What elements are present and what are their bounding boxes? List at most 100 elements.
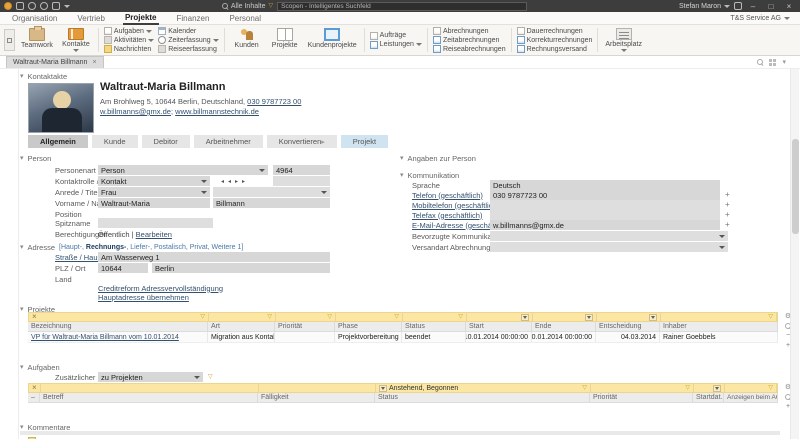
company-selector[interactable]: T&S Service AG [730, 15, 790, 22]
section-aufgaben[interactable]: ▾ Aufgaben [20, 363, 60, 372]
col-bezeichnung[interactable]: Bezeichnung [28, 322, 208, 331]
strasse-field[interactable]: Am Wasserweg 1 [98, 252, 330, 262]
tab-arbeitnehmer[interactable]: Arbeitnehmer [194, 135, 263, 148]
menu-personal[interactable]: Personal [227, 13, 263, 24]
projekte-button[interactable]: Projekte [266, 27, 304, 53]
status-filter-dropdown[interactable] [379, 385, 387, 392]
telefon-field[interactable]: 030 9787723 00 [490, 190, 720, 200]
col-phase[interactable]: Phase [335, 322, 402, 331]
bezug-filter-icon[interactable]: ▽ [208, 374, 213, 380]
filter-status-icon[interactable]: ▽ [458, 314, 463, 320]
col-startdatum[interactable]: Startdat... [693, 393, 724, 402]
col-faelligkeit[interactable]: Fälligkeit [258, 393, 375, 402]
projekt-row[interactable]: VP für Waltraut-Maria Billmann vom 10.01… [28, 332, 778, 343]
tab-projekt[interactable]: Projekt [341, 135, 388, 148]
kunden-button[interactable]: Kunden [228, 27, 266, 53]
filter-prioritaet-icon[interactable]: ▽ [327, 314, 332, 320]
window-quick-icon[interactable] [16, 2, 24, 10]
bevorzugt-dropdown[interactable] [490, 231, 728, 241]
teamwork-button[interactable]: Teamwork [17, 27, 57, 53]
maximize-button[interactable]: □ [764, 2, 778, 11]
close-quick-icon[interactable] [40, 2, 48, 10]
menu-projekte[interactable]: Projekte [123, 12, 159, 25]
nachrichten-button[interactable]: Nachrichten [104, 45, 154, 53]
filter-anzeigen-icon[interactable]: ▽ [768, 385, 773, 391]
aufgaben-button[interactable]: Aufgaben [104, 27, 154, 35]
filter-entscheidung-dropdown[interactable] [649, 314, 657, 321]
section-kommunikation[interactable]: ▾ Kommunikation [400, 171, 459, 180]
col-select[interactable]: – [28, 393, 40, 402]
close-button[interactable]: × [782, 2, 796, 11]
filter-art-icon[interactable]: ▽ [267, 314, 272, 320]
label-mobiltelefon-link[interactable]: Mobiltelefon (geschäftlich) [412, 201, 499, 210]
reiseerfassung-button[interactable]: Reiseerfassung [158, 45, 218, 53]
tab-kunde[interactable]: Kunde [92, 135, 138, 148]
filter-status-icon[interactable]: ▽ [582, 385, 587, 391]
rechnungsversand-button[interactable]: Rechnungsversand [517, 45, 593, 53]
personenart-dropdown[interactable]: Person [98, 165, 268, 175]
col-inhaber[interactable]: Inhaber [660, 322, 778, 331]
filter-ende-dropdown[interactable] [585, 314, 593, 321]
filter-bezeichnung-icon[interactable]: ▽ [200, 314, 205, 320]
kontaktnummer-field[interactable] [273, 176, 330, 186]
variant-rechnungs-link[interactable]: Rechnungs- [86, 244, 126, 251]
kontaktrolle-dropdown[interactable]: Kontakt [98, 176, 210, 186]
tab-allgemein[interactable]: Allgemein [28, 135, 88, 148]
projekt-link[interactable]: VP für Waltraut-Maria Billmann vom 10.01… [31, 334, 179, 341]
menu-organisation[interactable]: Organisation [10, 13, 59, 24]
menu-finanzen[interactable]: Finanzen [175, 13, 212, 24]
ort-field[interactable]: Berlin [152, 263, 330, 273]
record-prev-icon[interactable]: ◂ [228, 178, 231, 185]
add-email-icon[interactable]: + [725, 221, 730, 229]
filter-inhaber-icon[interactable]: ▽ [768, 314, 773, 320]
document-tab[interactable]: Waltraut-Maria Billmann × [6, 56, 104, 68]
contact-email-link[interactable]: w.billmanns@gmx.de [100, 107, 171, 116]
col-prioritaet[interactable]: Priorität [275, 322, 335, 331]
zeitabrechnungen-button[interactable]: Zeitabrechnungen [433, 36, 506, 44]
filter-start-dropdown[interactable] [521, 314, 529, 321]
search-scope[interactable]: Alle Inhalte ▽ [222, 3, 273, 10]
strip-search-icon[interactable] [757, 59, 763, 65]
anrede-dropdown[interactable]: Frau [98, 187, 210, 197]
add-telefon-icon[interactable]: + [725, 191, 730, 199]
mobiltelefon-field[interactable] [490, 200, 720, 210]
col-prioritaet[interactable]: Priorität [590, 393, 693, 402]
kontakte-button[interactable]: Kontakte [57, 27, 95, 53]
col-anzeigen[interactable]: Anzeigen beim AG [724, 393, 778, 402]
scrollbar-thumb[interactable] [792, 139, 799, 234]
col-ende[interactable]: Ende [532, 322, 596, 331]
filter-startdatum-dropdown[interactable] [713, 385, 721, 392]
nachname-field[interactable]: Billmann [213, 198, 330, 208]
plz-field[interactable]: 10644 [98, 263, 148, 273]
screenshot-icon[interactable] [52, 2, 60, 10]
contact-website-link[interactable]: www.billmannstechnik.de [175, 107, 259, 116]
sidebar-toggle-button[interactable] [4, 29, 15, 51]
contact-phone-link[interactable]: 030 9787723 00 [247, 97, 301, 106]
zeiterfassung-button[interactable]: Zeiterfassung [158, 36, 218, 44]
email-field[interactable]: w.billmanns@gmx.de [490, 220, 720, 230]
section-kontaktakte[interactable]: ▾ Kontaktakte [20, 72, 67, 81]
section-adresse[interactable]: ▾ Adresse [Haupt-, Rechnungs-, Liefer-, … [20, 243, 243, 252]
aktivitaeten-button[interactable]: Aktivitäten [104, 36, 154, 44]
korrekturrechnungen-button[interactable]: Korrekturrechnungen [517, 36, 593, 44]
dauerrechnungen-button[interactable]: Dauerrechnungen [517, 27, 593, 35]
abrechnungen-button[interactable]: Abrechnungen [433, 27, 506, 35]
tab-konvertieren[interactable]: Konvertieren▸ [267, 135, 337, 148]
filter-prioritaet-icon[interactable]: ▽ [685, 385, 690, 391]
kalender-button[interactable]: Kalender [158, 27, 218, 35]
label-telefax-link[interactable]: Telefax (geschäftlich) [412, 211, 482, 220]
kundenprojekte-button[interactable]: Kundenprojekte [304, 27, 361, 53]
filter-phase-icon[interactable]: ▽ [394, 314, 399, 320]
hauptadresse-link[interactable]: Hauptadresse übernehmen [98, 293, 189, 302]
record-first-icon[interactable]: ◂ [221, 178, 224, 185]
col-art[interactable]: Art [208, 322, 275, 331]
minimize-button[interactable]: – [746, 2, 760, 11]
col-status[interactable]: Status [402, 322, 466, 331]
berechtigungen-bearbeiten-link[interactable]: Bearbeiten [136, 230, 172, 239]
label-telefon-link[interactable]: Telefon (geschäftlich) [412, 191, 483, 200]
auftraege-button[interactable]: Aufträge [370, 32, 422, 40]
versandart-dropdown[interactable] [490, 242, 728, 252]
smart-search-input[interactable] [277, 2, 527, 11]
strip-grid-icon[interactable] [769, 59, 776, 66]
leistungen-button[interactable]: Leistungen [370, 41, 422, 49]
